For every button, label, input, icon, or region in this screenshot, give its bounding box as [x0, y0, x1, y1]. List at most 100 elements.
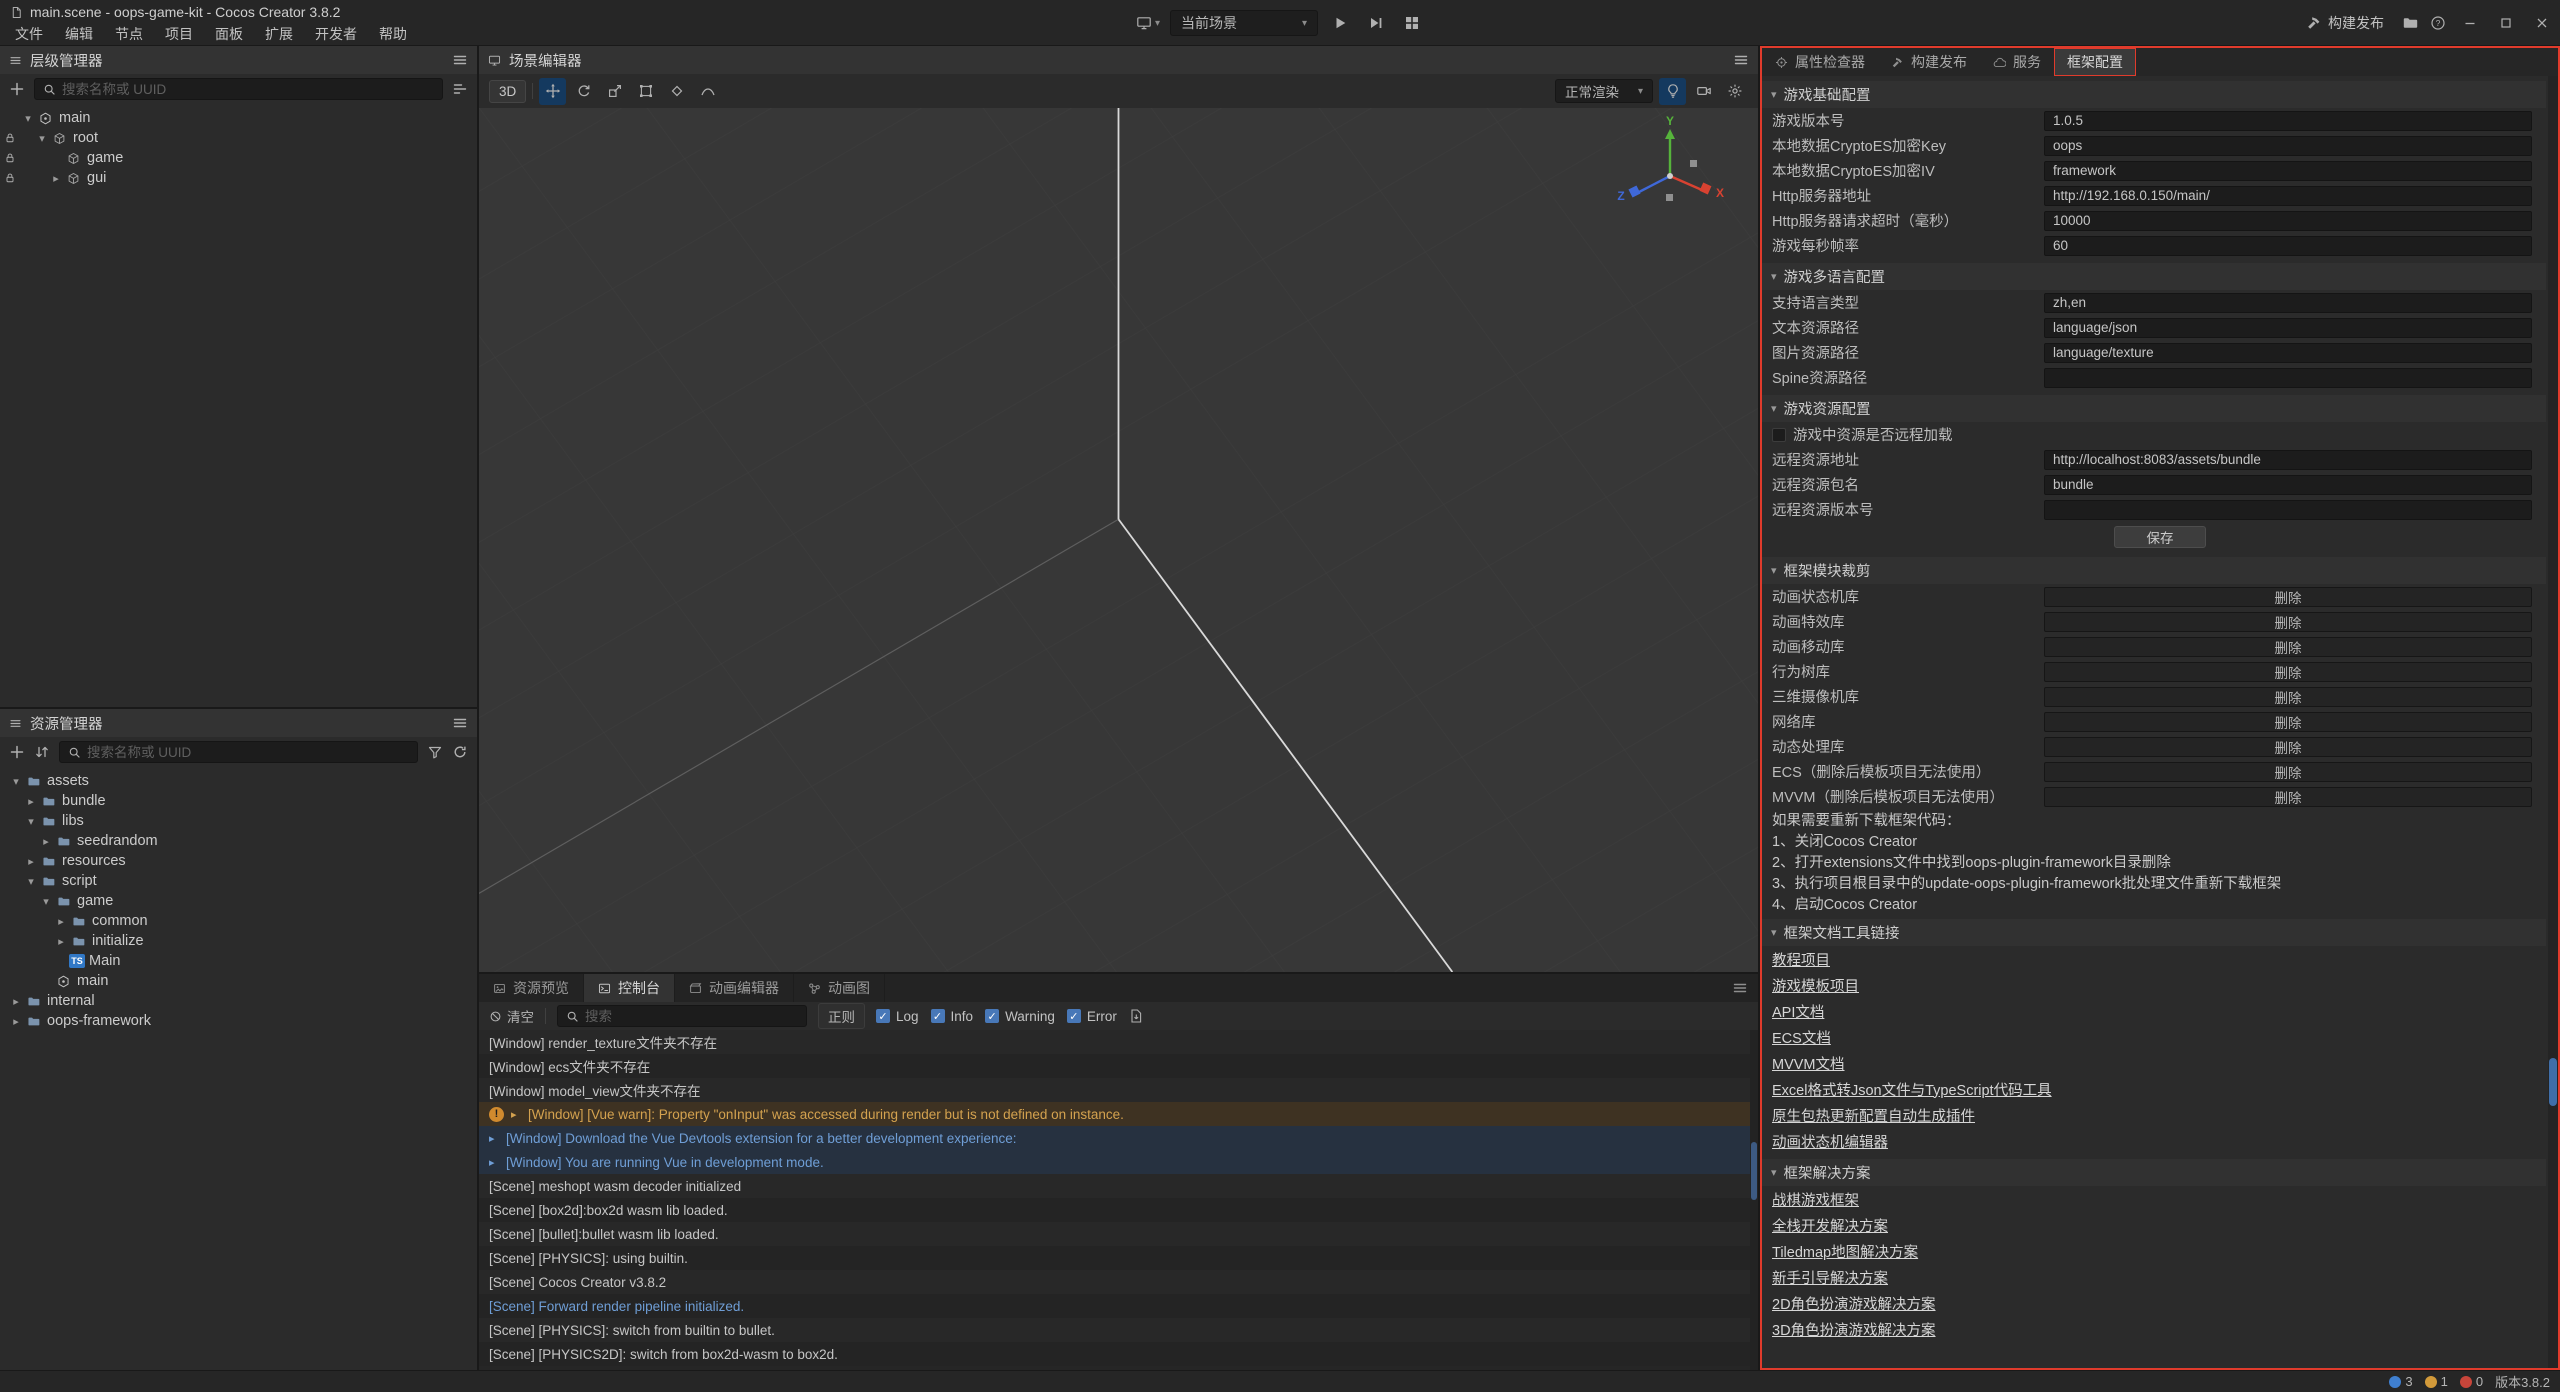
- add-node-button[interactable]: [9, 81, 25, 97]
- checkbox[interactable]: ✓: [876, 1009, 890, 1023]
- doc-link[interactable]: 战棋游戏框架: [1772, 1189, 1859, 1210]
- section-header[interactable]: ▾游戏基础配置: [1762, 81, 2546, 108]
- menu-item[interactable]: 文件: [4, 24, 54, 46]
- hierarchy-node[interactable]: ▾root: [0, 128, 477, 148]
- console-tab[interactable]: 资源预览: [479, 974, 584, 1002]
- minimize-button[interactable]: [2452, 0, 2488, 46]
- assets-search-input[interactable]: [87, 745, 409, 760]
- lock-icon[interactable]: [4, 172, 16, 184]
- expand-arrow[interactable]: ▸: [489, 1132, 499, 1145]
- property-input[interactable]: zh,en: [2044, 293, 2532, 313]
- log-filter-log[interactable]: ✓Log: [876, 1009, 919, 1024]
- asset-node[interactable]: ▸initialize: [0, 931, 477, 951]
- section-header[interactable]: ▾框架文档工具链接: [1762, 919, 2546, 946]
- asset-node[interactable]: ▸common: [0, 911, 477, 931]
- asset-node[interactable]: ▸seedrandom: [0, 831, 477, 851]
- asset-node[interactable]: TSMain: [0, 951, 477, 971]
- property-input[interactable]: language/texture: [2044, 343, 2532, 363]
- log-row[interactable]: ▸[Window] You are running Vue in develop…: [479, 1150, 1750, 1174]
- inspector-tab[interactable]: 构建发布: [1878, 48, 1980, 76]
- neg-y-axis-handle[interactable]: [1666, 194, 1673, 201]
- expand-arrow[interactable]: ▾: [23, 815, 39, 828]
- menu-item[interactable]: 帮助: [368, 24, 418, 46]
- expand-arrow[interactable]: ▸: [23, 855, 39, 868]
- menu-item[interactable]: 编辑: [54, 24, 104, 46]
- status-error-counter[interactable]: 0: [2460, 1374, 2483, 1389]
- lock-icon[interactable]: [4, 152, 16, 164]
- doc-link[interactable]: Tiledmap地图解决方案: [1772, 1241, 1918, 1262]
- doc-link[interactable]: API文档: [1772, 1001, 1824, 1022]
- delete-button[interactable]: 删除: [2044, 712, 2532, 732]
- expand-arrow[interactable]: ▸: [48, 172, 64, 185]
- asset-node[interactable]: ▸oops-framework: [0, 1011, 477, 1031]
- expand-arrow[interactable]: ▾: [34, 132, 50, 145]
- doc-link[interactable]: 3D角色扮演游戏解决方案: [1772, 1319, 1936, 1340]
- delete-button[interactable]: 删除: [2044, 587, 2532, 607]
- hierarchy-node[interactable]: game: [0, 148, 477, 168]
- rotate-tool-button[interactable]: [570, 78, 597, 105]
- step-button[interactable]: [1362, 9, 1390, 37]
- curve-tool-button[interactable]: [694, 78, 721, 105]
- status-info-counter[interactable]: 3: [2389, 1374, 2412, 1389]
- rect-tool-button[interactable]: [632, 78, 659, 105]
- asset-node[interactable]: main: [0, 971, 477, 991]
- section-header[interactable]: ▾游戏资源配置: [1762, 395, 2546, 422]
- status-warning-counter[interactable]: 1: [2425, 1374, 2448, 1389]
- pivot-tool-button[interactable]: [663, 78, 690, 105]
- property-input[interactable]: framework: [2044, 161, 2532, 181]
- filter-assets-button[interactable]: [427, 744, 443, 760]
- scene-selector[interactable]: 当前场景 ▾: [1170, 10, 1318, 36]
- lock-icon[interactable]: [4, 132, 16, 144]
- expand-arrow[interactable]: ▸: [53, 935, 69, 948]
- export-log-button[interactable]: [1128, 1008, 1144, 1024]
- menu-item[interactable]: 扩展: [254, 24, 304, 46]
- doc-link[interactable]: ECS文档: [1772, 1027, 1831, 1048]
- close-button[interactable]: [2524, 0, 2560, 46]
- property-input[interactable]: language/json: [2044, 318, 2532, 338]
- console-scrollbar[interactable]: [1750, 1030, 1758, 1370]
- z-axis-handle[interactable]: [1628, 185, 1640, 197]
- dimension-toggle-button[interactable]: 3D: [489, 80, 526, 103]
- inspector-tab[interactable]: 框架配置: [2054, 48, 2136, 76]
- delete-button[interactable]: 删除: [2044, 737, 2532, 757]
- log-row[interactable]: !▸[Window] [Vue warn]: Property "onInput…: [479, 1102, 1750, 1126]
- menu-item[interactable]: 节点: [104, 24, 154, 46]
- asset-node[interactable]: ▸bundle: [0, 791, 477, 811]
- inspector-scrollbar[interactable]: [2548, 76, 2558, 1368]
- hierarchy-options-icon[interactable]: [452, 52, 468, 68]
- scene-viewport[interactable]: Y X Z: [479, 108, 1758, 972]
- open-project-folder-button[interactable]: [2396, 9, 2424, 37]
- section-header[interactable]: ▾框架模块裁剪: [1762, 557, 2546, 584]
- delete-button[interactable]: 删除: [2044, 612, 2532, 632]
- property-input[interactable]: 1.0.5: [2044, 111, 2532, 131]
- maximize-button[interactable]: [2488, 0, 2524, 46]
- log-filter-info[interactable]: ✓Info: [931, 1009, 974, 1024]
- asset-node[interactable]: ▾game: [0, 891, 477, 911]
- checkbox[interactable]: ✓: [931, 1009, 945, 1023]
- collapse-all-button[interactable]: [452, 81, 468, 97]
- move-tool-button[interactable]: [539, 78, 566, 105]
- camera-toggle-button[interactable]: [1690, 78, 1717, 105]
- expand-arrow[interactable]: ▾: [38, 895, 54, 908]
- console-options-icon[interactable]: [1722, 974, 1758, 1002]
- menu-item[interactable]: 面板: [204, 24, 254, 46]
- gear-toggle-button[interactable]: [1721, 78, 1748, 105]
- scrollbar-thumb[interactable]: [2549, 1058, 2557, 1106]
- clear-console-button[interactable]: 清空: [489, 1006, 534, 1026]
- expand-arrow[interactable]: ▸: [8, 1015, 24, 1028]
- scrollbar-thumb[interactable]: [1751, 1142, 1757, 1200]
- section-header[interactable]: ▾游戏多语言配置: [1762, 263, 2546, 290]
- property-input[interactable]: oops: [2044, 136, 2532, 156]
- help-button[interactable]: ?: [2424, 9, 2452, 37]
- expand-arrow[interactable]: ▸: [511, 1108, 521, 1121]
- delete-button[interactable]: 删除: [2044, 662, 2532, 682]
- console-tab[interactable]: 动画编辑器: [675, 974, 794, 1002]
- expand-arrow[interactable]: ▸: [489, 1156, 499, 1169]
- doc-link[interactable]: 游戏模板项目: [1772, 975, 1859, 996]
- asset-node[interactable]: ▸resources: [0, 851, 477, 871]
- scene-options-icon[interactable]: [1733, 52, 1749, 68]
- gizmo-center[interactable]: [1667, 173, 1673, 179]
- inspector-tab[interactable]: 属性检查器: [1762, 48, 1878, 76]
- property-input[interactable]: bundle: [2044, 475, 2532, 495]
- delete-button[interactable]: 删除: [2044, 687, 2532, 707]
